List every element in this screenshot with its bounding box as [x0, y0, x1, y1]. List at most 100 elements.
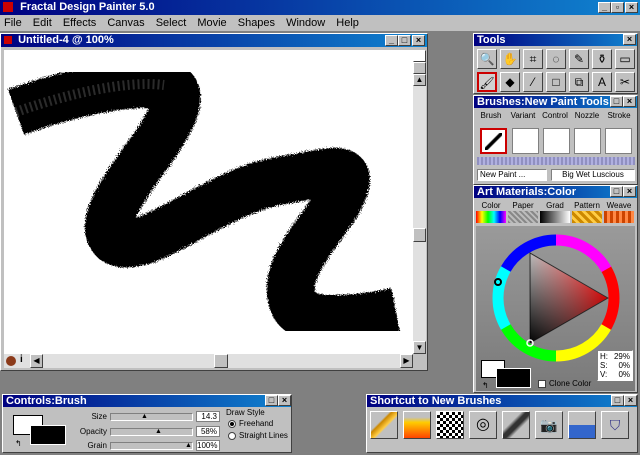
water-brush-icon[interactable]	[568, 411, 596, 439]
scissors-icon[interactable]: ✂	[615, 72, 635, 92]
lasso-icon[interactable]: ◌	[546, 49, 566, 69]
brushes-minimize-button[interactable]: □	[610, 96, 623, 107]
tab-paper[interactable]: Paper	[508, 200, 538, 211]
restore-button[interactable]: ▫	[611, 2, 624, 13]
selected-brush-slot[interactable]	[480, 128, 507, 154]
variant-name-field[interactable]: Big Wet Luscious	[551, 169, 635, 181]
straight-lines-radio[interactable]	[228, 432, 236, 440]
layer-adjust-icon[interactable]: ⧉	[569, 72, 589, 92]
weave-swatch-icon[interactable]	[604, 211, 634, 223]
menu-help[interactable]: Help	[332, 17, 363, 29]
pattern-swatch-icon[interactable]	[572, 211, 602, 223]
brush-name-field[interactable]: New Paint ...	[477, 169, 547, 181]
brush-slot-4[interactable]	[574, 128, 601, 154]
rect-select-icon[interactable]: ▭	[615, 49, 635, 69]
document-title: Untitled-4 @ 100%	[18, 34, 114, 46]
menu-canvas[interactable]: Canvas	[103, 17, 148, 29]
tab-control[interactable]: Control	[540, 110, 570, 121]
pencil-brush-icon[interactable]	[370, 411, 398, 439]
menu-select[interactable]: Select	[152, 17, 191, 29]
secondary-color-swatch[interactable]	[496, 368, 531, 388]
minimize-button[interactable]: _	[598, 2, 611, 13]
grad-swatch-icon[interactable]	[540, 211, 570, 223]
tools-close-button[interactable]: ×	[623, 34, 636, 45]
grain-slider-thumb[interactable]: ▲	[185, 442, 192, 449]
scroll-left-arrow-icon[interactable]: ◀	[30, 354, 43, 368]
opacity-slider-thumb[interactable]: ▲	[155, 428, 162, 435]
scroll-down-arrow-icon[interactable]: ▼	[413, 341, 426, 354]
tab-weave[interactable]: Weave	[604, 200, 634, 211]
paper-swatch-icon[interactable]	[508, 211, 538, 223]
pattern-brush-icon[interactable]	[436, 411, 464, 439]
tab-color[interactable]: Color	[476, 200, 506, 211]
brush-slot-3[interactable]	[543, 128, 570, 154]
freehand-radio[interactable]	[228, 420, 236, 428]
info-icon[interactable]: i	[20, 354, 23, 365]
grid-toggle-icon[interactable]	[413, 62, 426, 74]
controls-minimize-button[interactable]: □	[265, 395, 278, 406]
scroll-up-arrow-icon[interactable]: ▲	[413, 74, 426, 86]
drawer-handle[interactable]	[477, 157, 635, 165]
color-swatch-icon[interactable]	[476, 211, 506, 223]
grain-slider[interactable]: ▲	[110, 442, 193, 450]
menu-effects[interactable]: Effects	[59, 17, 100, 29]
clone-color-checkbox[interactable]	[538, 380, 546, 388]
brush-slot-5[interactable]	[605, 128, 632, 154]
horizontal-scrollbar[interactable]: i ◀ ▶	[4, 354, 413, 368]
close-button[interactable]: ×	[625, 2, 638, 13]
marker-brush-icon[interactable]	[502, 411, 530, 439]
brush-icon[interactable]: 🖌	[477, 72, 497, 92]
menu-edit[interactable]: Edit	[29, 17, 56, 29]
art-close-button[interactable]: ×	[623, 186, 636, 197]
paint-bucket-icon[interactable]: ◆	[500, 72, 520, 92]
scroll-right-arrow-icon[interactable]: ▶	[400, 354, 413, 368]
paper-color-icon[interactable]	[413, 50, 426, 62]
crop-icon[interactable]: ⌗	[523, 49, 543, 69]
tab-pattern[interactable]: Pattern	[572, 200, 602, 211]
horizontal-scroll-thumb[interactable]	[214, 354, 228, 368]
size-slider-thumb[interactable]: ▲	[141, 413, 148, 420]
vertical-scroll-thumb[interactable]	[413, 228, 426, 242]
controls-secondary-color[interactable]	[30, 425, 66, 445]
menu-window[interactable]: Window	[282, 17, 329, 29]
grabber-icon[interactable]: ✋	[500, 49, 520, 69]
shortcut-close-button[interactable]: ×	[624, 395, 637, 406]
badge-brush-icon[interactable]: ⛉	[601, 411, 629, 439]
tab-variant[interactable]: Variant	[508, 110, 538, 121]
size-slider[interactable]: ▲	[110, 413, 193, 421]
size-value[interactable]: 14.3	[196, 411, 220, 422]
menu-shapes[interactable]: Shapes	[234, 17, 279, 29]
doc-minimize-button[interactable]: _	[385, 35, 398, 46]
vertical-scrollbar[interactable]: ▲ ▼	[413, 50, 426, 354]
tab-brush[interactable]: Brush	[476, 110, 506, 121]
magnifier-icon[interactable]: 🔍	[477, 49, 497, 69]
tab-grad[interactable]: Grad	[540, 200, 570, 211]
spray-brush-icon[interactable]: ◎	[469, 411, 497, 439]
shortcut-minimize-button[interactable]: □	[611, 395, 624, 406]
camera-brush-icon[interactable]: 📷	[535, 411, 563, 439]
doc-close-button[interactable]: ×	[412, 35, 425, 46]
text-icon[interactable]: A	[592, 72, 612, 92]
opacity-slider[interactable]: ▲	[110, 428, 193, 436]
tracing-paper-icon[interactable]	[6, 356, 16, 366]
dropper-icon[interactable]: ⁄	[523, 72, 543, 92]
brushes-close-button[interactable]: ×	[623, 96, 636, 107]
grain-value[interactable]: 100%	[196, 440, 220, 451]
tab-nozzle[interactable]: Nozzle	[572, 110, 602, 121]
art-minimize-button[interactable]: □	[610, 186, 623, 197]
bucket-icon[interactable]: ⚱	[592, 49, 612, 69]
brush-slot-2[interactable]	[512, 128, 539, 154]
opacity-value[interactable]: 58%	[196, 426, 220, 437]
swap-colors-icon[interactable]: ↰	[482, 381, 489, 390]
drawing-canvas[interactable]	[4, 50, 413, 354]
pen-icon[interactable]: ✎	[569, 49, 589, 69]
doc-maximize-button[interactable]: □	[398, 35, 411, 46]
menu-movie[interactable]: Movie	[193, 17, 230, 29]
controls-swap-icon[interactable]: ↰	[15, 439, 22, 448]
rectangle-icon[interactable]: □	[546, 72, 566, 92]
controls-close-button[interactable]: ×	[278, 395, 291, 406]
menu-file[interactable]: File	[0, 17, 26, 29]
fire-brush-icon[interactable]	[403, 411, 431, 439]
freehand-label: Freehand	[239, 419, 274, 428]
tab-stroke[interactable]: Stroke	[604, 110, 634, 121]
